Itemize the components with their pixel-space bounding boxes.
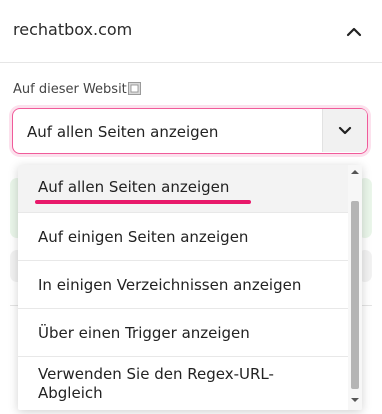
scroll-down-arrow[interactable] [348,393,362,407]
scroll-thumb[interactable] [351,201,359,389]
display-select[interactable]: Auf allen Seiten anzeigen [12,108,368,154]
option-label-line-2: Abgleich [38,384,103,402]
dropdown-option[interactable]: Auf einigen Seiten anzeigen [18,213,348,261]
dropdown-scrollbar[interactable] [348,165,362,410]
select-arrow-button[interactable] [322,109,367,152]
divider [0,62,382,63]
field-label-text: Auf dieser Websit [13,82,127,97]
info-icon [127,82,141,95]
field-label: Auf dieser Websit [13,82,141,97]
select-value: Auf allen Seiten anzeigen [27,123,219,141]
site-title: rechatbox.com [13,20,133,39]
select-dropdown[interactable]: Auf allen Seiten anzeigen Auf einigen Se… [18,165,362,410]
section-header[interactable]: rechatbox.com [0,0,382,62]
chevron-down-icon [338,126,352,135]
dropdown-option[interactable]: Über einen Trigger anzeigen [18,309,348,357]
option-label: Auf allen Seiten anzeigen [38,178,230,196]
scroll-up-arrow[interactable] [348,165,362,179]
dropdown-option[interactable]: Auf allen Seiten anzeigen [18,165,348,213]
option-label: Auf einigen Seiten anzeigen [38,228,249,246]
option-label: In einigen Verzeichnissen anzeigen [38,276,302,294]
selected-underline [35,200,251,204]
option-label: Über einen Trigger anzeigen [38,324,250,342]
dropdown-option[interactable]: Verwenden Sie den Regex-URL- Abgleich [18,357,348,410]
collapse-button[interactable] [340,18,368,46]
dropdown-option[interactable]: In einigen Verzeichnissen anzeigen [18,261,348,309]
option-label-line-1: Verwenden Sie den Regex-URL- [38,365,274,383]
chevron-up-icon [346,27,362,37]
caret-down-icon [351,398,359,402]
caret-up-icon [351,170,359,174]
